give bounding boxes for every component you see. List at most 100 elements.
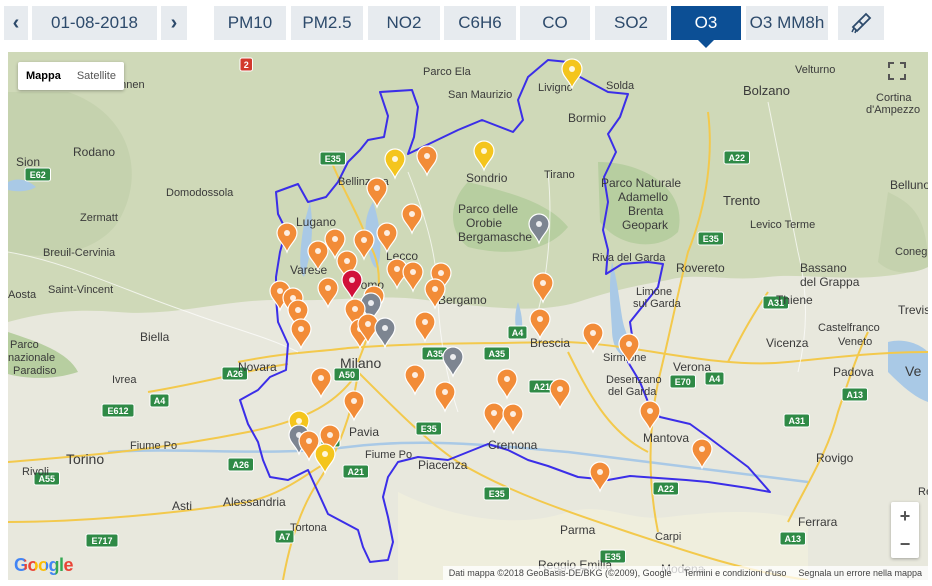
road-shield-label: E612 [107,406,128,416]
terms-link[interactable]: Termini e condizioni d'uso [684,568,787,578]
road-shield: A4 [507,325,528,340]
place-label: Geopark [622,218,669,232]
road-shield-label: A13 [784,534,801,544]
road-shield-label: A35 [488,349,505,359]
google-logo-text: Google [14,555,74,575]
road-shield-label: A31 [788,416,805,426]
place-label: Fiume Po [130,440,177,452]
place-label: Alessandria [223,495,286,509]
tab-pm10[interactable]: PM10 [214,6,286,40]
zoom-out-button[interactable]: − [891,530,919,558]
place-label: Bergamo [438,293,487,307]
road-shield: E62 [24,167,51,182]
tab-pm25[interactable]: PM2.5 [291,6,363,40]
place-label: Parco [10,339,39,351]
place-label: Vicenza [766,336,809,350]
clear-button[interactable] [838,6,884,40]
road-shield: A22 [652,481,679,496]
road-shield-label: A4 [154,396,166,406]
place-label: Cortina [876,92,912,104]
road-shield-label: E717 [91,536,112,546]
next-date-button[interactable]: › [161,6,187,40]
road-shield-label: A4 [709,374,721,384]
tab-co[interactable]: CO [520,6,590,40]
place-label: Asti [172,499,192,513]
tab-o3-mm8h[interactable]: O3 MM8h [746,6,828,40]
place-label: del Grappa [800,275,860,289]
place-label: Brenta [628,204,664,218]
tab-label: NO2 [386,13,422,32]
place-label: nazionale [8,352,55,364]
tab-label: PM10 [227,13,273,32]
place-label: Varese [290,263,327,277]
place-label: Ivrea [112,374,137,386]
place-label: Rivoli [22,466,49,478]
google-logo[interactable]: Google [14,555,74,576]
road-shield-label: A21 [533,382,550,392]
road-shield: E35 [697,231,724,246]
tab-label: O3 MM8h [749,13,825,32]
tab-c6h6[interactable]: C6H6 [444,6,516,40]
date-display[interactable]: 01-08-2018 [32,6,157,40]
place-label: sul Garda [633,298,682,310]
place-label: Orobie [466,216,502,230]
tab-label: SO2 [613,13,649,32]
tab-label: O3 [694,13,718,32]
place-label: Riva del Garda [592,252,666,264]
map-canvas[interactable]: E35 E62 A22 E35 A31 A4 A35 A35 A26 A50 A21 E70 A4 A4 E… [8,52,928,580]
place-label: Levico Terme [750,219,815,231]
road-shield-label: 2 [244,60,249,70]
tab-label: PM2.5 [302,13,352,32]
place-label: Padova [833,365,874,379]
place-label: Tortona [290,522,328,534]
road-shield: A35 [483,346,510,361]
road-shield-label: A7 [279,532,291,542]
report-error-link[interactable]: Segnala un errore nella mappa [798,568,922,578]
place-label: del Garda [608,386,657,398]
place-label: Cremona [488,438,538,452]
road-shield-label: A26 [232,460,249,470]
road-shield-label: A35 [426,349,443,359]
fullscreen-button[interactable] [888,62,918,92]
tab-no2[interactable]: NO2 [368,6,440,40]
place-label: Thiene [776,293,813,307]
map-svg: E35 E62 A22 E35 A31 A4 A35 A35 A26 A50 A21 E70 A4 A4 E… [8,52,928,580]
prev-date-button[interactable]: ‹ [4,6,28,40]
place-label: Bergamasche [458,230,532,244]
place-label: Bormio [568,111,606,125]
toolbar: ‹ 01-08-2018 › PM10 PM2.5 NO2 C6H6 CO SO… [0,0,932,48]
place-label: Belluno [890,178,928,192]
place-label: Bolzano [743,83,790,98]
place-label: Biella [140,330,170,344]
tab-label: C6H6 [458,13,502,32]
place-label: Piacenza [418,458,468,472]
place-label: Carpi [655,531,681,543]
place-label: Milano [340,355,381,371]
map-type-satellite-button[interactable]: Satellite [69,62,124,90]
attribution-bar: Dati mappa ©2018 GeoBasis-DE/BKG (©2009)… [442,566,928,580]
road-shield: A26 [227,457,254,472]
road-shield: A4 [149,393,170,408]
road-shield-label: A22 [728,153,745,163]
road-shield-label: A50 [338,370,355,380]
place-label: Parco delle [458,202,518,216]
tab-o3[interactable]: O3 [671,6,741,48]
road-shield: E717 [85,533,119,548]
fullscreen-icon [888,62,906,80]
place-label: Parco Naturale [601,176,681,190]
place-label: Trento [723,193,760,208]
zoom-in-button[interactable]: + [891,502,919,530]
place-label: Desenzano [606,374,662,386]
road-shield: 2 [239,57,253,72]
tab-so2[interactable]: SO2 [595,6,667,40]
place-label: Castelfranco [818,322,880,334]
place-label: Pavia [349,425,379,439]
place-label: Verona [673,360,711,374]
map-data-attribution: Dati mappa ©2018 GeoBasis-DE/BKG (©2009)… [448,568,672,578]
place-label: d'Ampezzo [866,104,920,116]
place-label: San Maurizio [448,89,512,101]
place-label: Torino [66,451,104,467]
place-label: Rovereto [676,261,725,275]
road-shield: A22 [723,150,750,165]
map-type-mappa-button[interactable]: Mappa [18,62,69,90]
